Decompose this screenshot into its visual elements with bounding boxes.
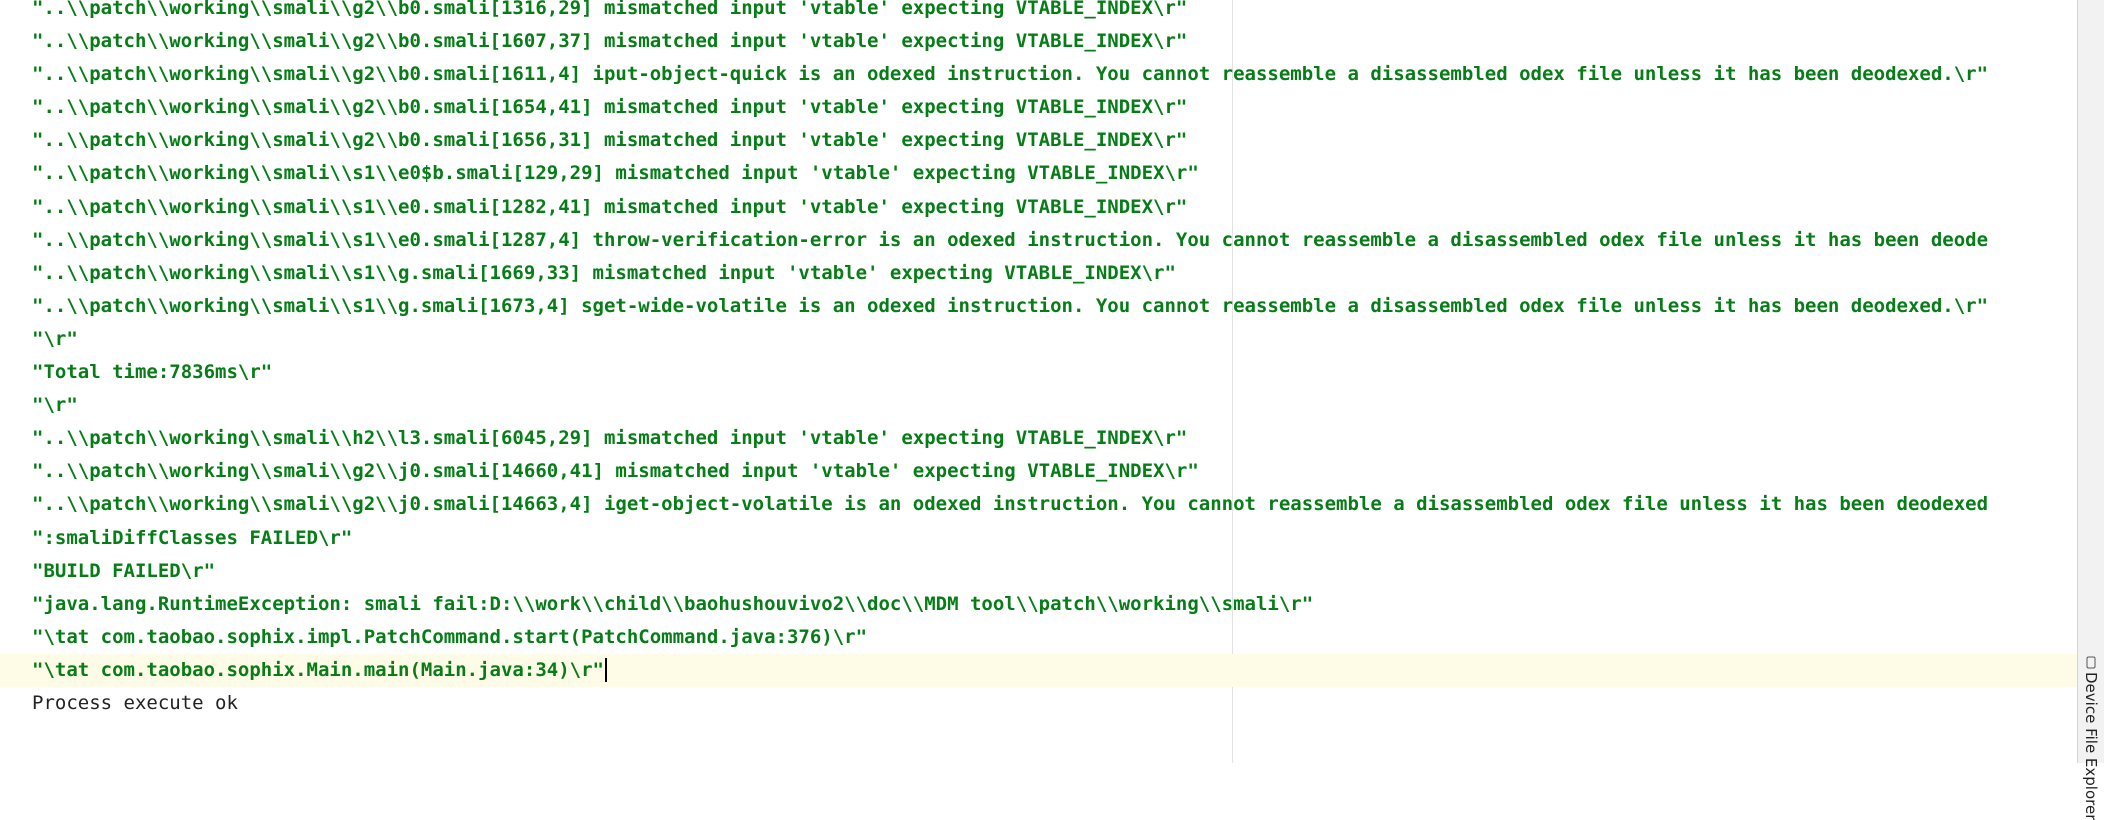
console-line-current: "\tat com.taobao.sophix.Main.main(Main.j… [0,653,2078,687]
console-line: "..\\patch\\working\\smali\\s1\\e0.smali… [0,224,2078,257]
device-icon [2086,656,2096,669]
console-line-text: "Total time:7836ms\r" [32,361,273,384]
console-line-text: ":smaliDiffClasses FAILED\r" [32,526,353,549]
console-line: "..\\patch\\working\\smali\\g2\\b0.smali… [0,124,2078,157]
console-line: "..\\patch\\working\\smali\\s1\\g.smali[… [0,290,2078,323]
device-file-explorer-label: Device File Explorer [2082,672,2100,820]
console-line: "..\\patch\\working\\smali\\g2\\b0.smali… [0,0,2078,25]
console-line-text: "..\\patch\\working\\smali\\g2\\b0.smali… [32,129,1188,152]
console-line: "..\\patch\\working\\smali\\s1\\e0.smali… [0,191,2078,224]
right-tool-window-bar: Device File Explorer [2077,0,2104,820]
console-line-text: "BUILD FAILED\r" [32,559,216,582]
console-line-text: "..\\patch\\working\\smali\\s1\\g.smali[… [32,261,1176,284]
console-line-text: "..\\patch\\working\\smali\\g2\\j0.smali… [32,460,1199,483]
console-line-text: "..\\patch\\working\\smali\\s1\\e0.smali… [32,195,1188,218]
console-line: "\tat com.taobao.sophix.impl.PatchComman… [0,621,2078,654]
console-output[interactable]: "..\\patch\\working\\smali\\g2\\b0.smali… [0,0,2078,763]
console-lines: "..\\patch\\working\\smali\\g2\\b0.smali… [0,0,2078,720]
console-line-text: "\tat com.taobao.sophix.impl.PatchComman… [32,625,868,648]
console-line: "..\\patch\\working\\smali\\s1\\g.smali[… [0,257,2078,290]
console-line-text: Process execute ok [32,691,238,714]
console-line-text: "..\\patch\\working\\smali\\s1\\e0.smali… [32,228,1989,251]
console-line: ":smaliDiffClasses FAILED\r" [0,522,2078,555]
console-line-text: "..\\patch\\working\\smali\\g2\\b0.smali… [32,0,1188,19]
console-line-text: "\r" [32,394,78,417]
console-line: "\r" [0,389,2078,422]
console-line: "..\\patch\\working\\smali\\g2\\j0.smali… [0,455,2078,488]
console-line: "..\\patch\\working\\smali\\s1\\e0$b.sma… [0,157,2078,190]
console-line-text: "..\\patch\\working\\smali\\g2\\b0.smali… [32,96,1188,119]
console-line-text: "..\\patch\\working\\smali\\g2\\j0.smali… [32,493,1989,516]
console-line: "..\\patch\\working\\smali\\g2\\j0.smali… [0,488,2078,521]
console-line-text: "..\\patch\\working\\smali\\h2\\l3.smali… [32,427,1188,450]
console-line-text: "java.lang.RuntimeException: smali fail:… [32,592,1314,615]
console-line: "BUILD FAILED\r" [0,555,2078,588]
console-line-status: Process execute ok [0,687,2078,720]
console-line-text: "..\\patch\\working\\smali\\s1\\g.smali[… [32,294,1989,317]
console-line: "..\\patch\\working\\smali\\g2\\b0.smali… [0,91,2078,124]
device-file-explorer-tab[interactable]: Device File Explorer [2078,656,2104,820]
text-caret [604,658,607,683]
console-line: "..\\patch\\working\\smali\\h2\\l3.smali… [0,422,2078,455]
console-line-text: "..\\patch\\working\\smali\\g2\\b0.smali… [32,63,1989,86]
console-line-text: "\tat com.taobao.sophix.Main.main(Main.j… [32,658,604,681]
console-line-text: "\r" [32,327,78,350]
console-line: "..\\patch\\working\\smali\\g2\\b0.smali… [0,25,2078,58]
console-line-text: "..\\patch\\working\\smali\\g2\\b0.smali… [32,30,1188,53]
console-line-text: "..\\patch\\working\\smali\\s1\\e0$b.sma… [32,162,1199,185]
console-line: "Total time:7836ms\r" [0,356,2078,389]
console-line: "java.lang.RuntimeException: smali fail:… [0,588,2078,621]
console-line: "..\\patch\\working\\smali\\g2\\b0.smali… [0,58,2078,91]
console-line: "\r" [0,323,2078,356]
